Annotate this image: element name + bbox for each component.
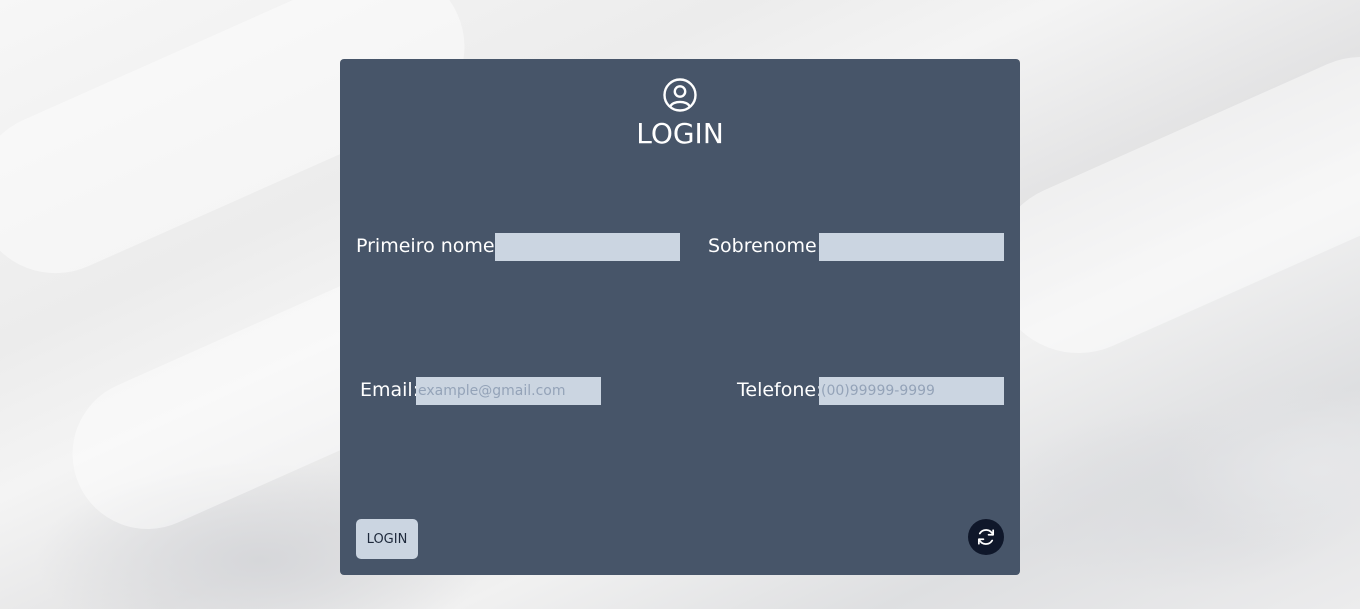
- login-title: LOGIN: [636, 117, 724, 150]
- user-circle-icon: [663, 78, 697, 112]
- login-button[interactable]: LOGIN: [356, 519, 418, 559]
- email-label: Email:: [360, 379, 420, 401]
- refresh-icon: [977, 529, 995, 545]
- phone-input[interactable]: [819, 377, 1004, 405]
- email-input[interactable]: [416, 377, 601, 405]
- first-name-label: Primeiro nome:: [356, 235, 502, 257]
- refresh-button[interactable]: [968, 519, 1004, 555]
- background-band: [966, 29, 1360, 381]
- last-name-input[interactable]: [819, 233, 1004, 261]
- phone-label: Telefone:: [737, 379, 823, 401]
- first-name-input[interactable]: [495, 233, 680, 261]
- login-card: LOGIN Primeiro nome: Sobrenome: Email: T…: [340, 59, 1020, 575]
- last-name-label: Sobrenome:: [708, 235, 824, 257]
